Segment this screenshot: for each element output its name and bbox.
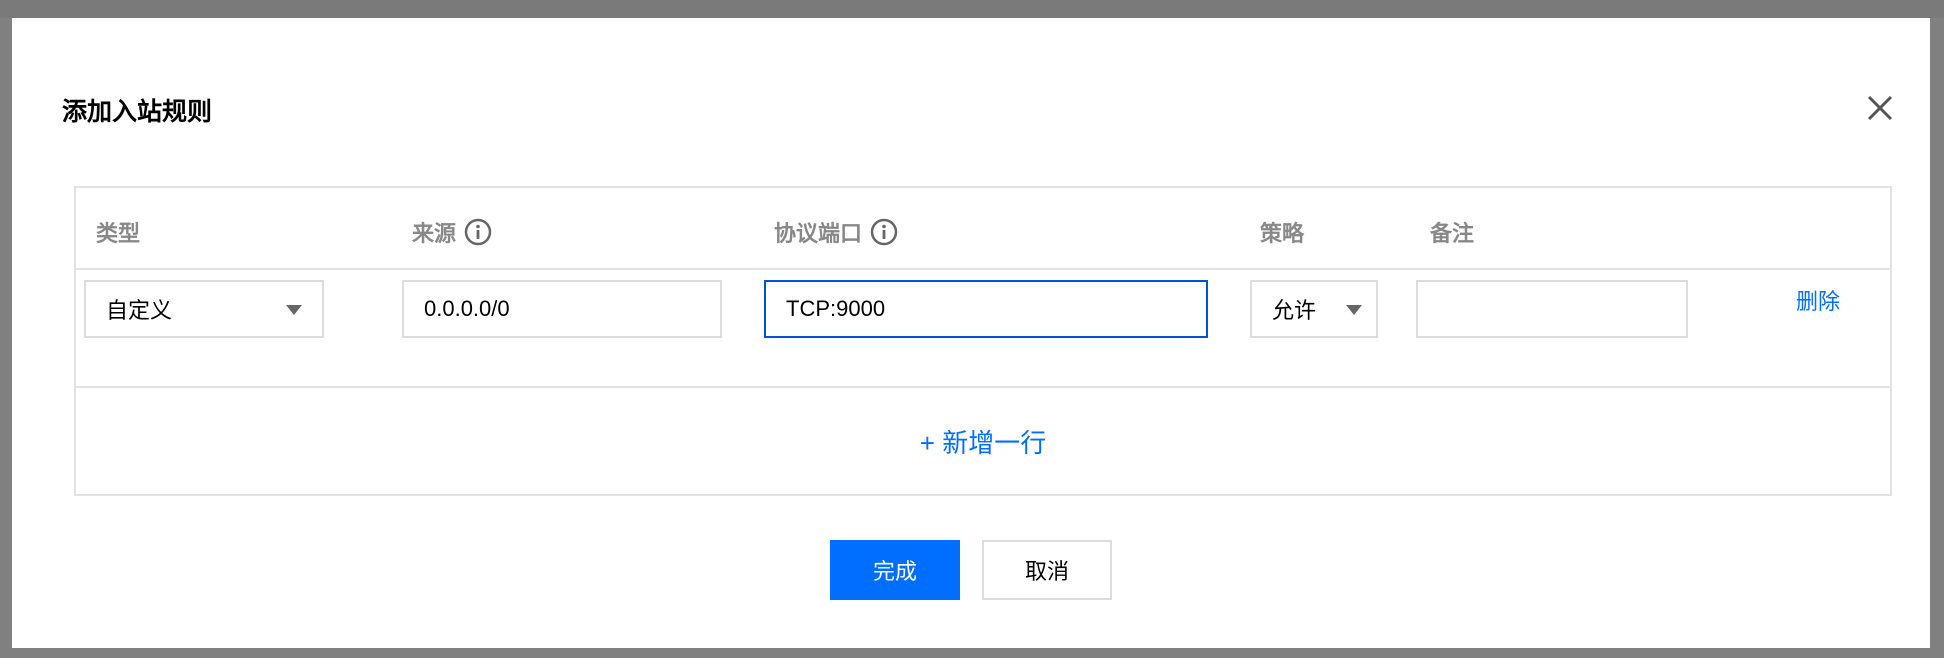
header-policy: 策略 (1260, 216, 1304, 248)
source-input[interactable]: 0.0.0.0/0 (402, 280, 722, 338)
header-type: 类型 (96, 216, 140, 248)
add-inbound-rule-dialog: 添加入站规则 类型 来源 协议端口 策略 备注 + 新增一行 自定义 0.0.0… (12, 18, 1930, 648)
header-note: 备注 (1430, 216, 1474, 248)
close-icon (1867, 95, 1893, 121)
policy-select-value: 允许 (1272, 298, 1317, 323)
protocol-port-input[interactable]: TCP:9000 (764, 280, 1208, 338)
dialog-title: 添加入站规则 (62, 98, 213, 126)
header-source-label: 来源 (412, 221, 457, 246)
source-input-value: 0.0.0.0/0 (424, 296, 510, 321)
header-source: 来源 (412, 216, 492, 248)
header-type-label: 类型 (96, 221, 141, 246)
type-select-value: 自定义 (106, 298, 173, 323)
add-row-label: + 新增一行 (919, 427, 1047, 458)
add-row-button[interactable]: + 新增一行 (76, 388, 1890, 494)
chevron-down-icon (286, 305, 302, 315)
confirm-button[interactable]: 完成 (830, 540, 960, 600)
type-select[interactable]: 自定义 (84, 280, 324, 338)
cancel-button[interactable]: 取消 (982, 540, 1112, 600)
rules-table: 类型 来源 协议端口 策略 备注 + 新增一行 (74, 186, 1892, 496)
note-input[interactable] (1416, 280, 1688, 338)
protocol-port-input-value: TCP:9000 (786, 296, 886, 321)
delete-row-link[interactable]: 删除 (1796, 284, 1840, 316)
confirm-button-label: 完成 (872, 559, 917, 584)
policy-select[interactable]: 允许 (1250, 280, 1378, 338)
header-note-label: 备注 (1430, 221, 1475, 246)
table-header: 类型 来源 协议端口 策略 备注 (76, 188, 1890, 270)
chevron-down-icon (1346, 305, 1362, 315)
header-protocol-port: 协议端口 (774, 216, 898, 248)
info-icon[interactable] (464, 218, 492, 246)
info-icon[interactable] (870, 218, 898, 246)
header-policy-label: 策略 (1260, 221, 1305, 246)
header-protocol-port-label: 协议端口 (774, 221, 863, 246)
close-button[interactable] (1864, 92, 1896, 124)
cancel-button-label: 取消 (1024, 559, 1069, 584)
backdrop (0, 0, 1944, 18)
